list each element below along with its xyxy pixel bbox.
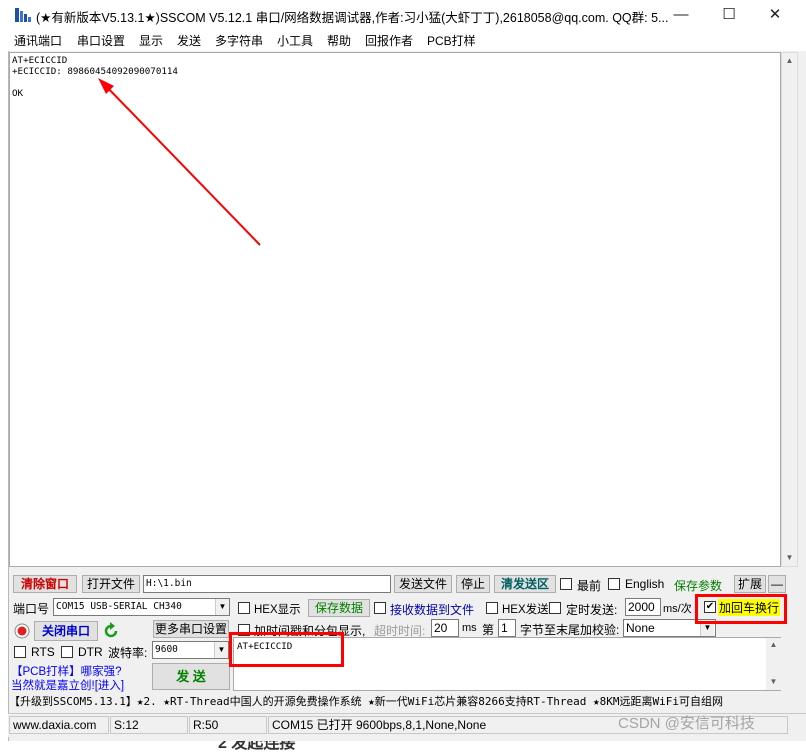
annotation-box-crlf <box>695 594 787 624</box>
clear-window-label: 清除窗口 <box>20 577 69 591</box>
byte-checksum-label: 字节至末尾加校验: <box>520 623 620 637</box>
more-settings-button[interactable]: 更多串口设置 <box>153 620 229 638</box>
port-label: 端口号 <box>13 602 50 616</box>
save-data-button[interactable]: 保存数据 <box>308 599 370 617</box>
dtr-checkbox[interactable] <box>61 646 73 658</box>
timeout-unit-label: ms <box>462 622 477 634</box>
timeout-input[interactable]: 20 <box>431 619 459 637</box>
recv-to-file-label: 接收数据到文件 <box>390 603 475 617</box>
rts-label: RTS <box>31 645 55 659</box>
baud-dropdown-icon[interactable]: ▼ <box>214 642 228 658</box>
annotation-box-send <box>229 632 344 667</box>
timed-send-checkbox[interactable] <box>549 602 561 614</box>
send-scrollbar[interactable]: ▲ ▼ <box>766 638 781 690</box>
news-ticker[interactable]: 【升级到SSCOM5.13.1】★2. ★RT-Thread中国人的开源免费操作… <box>9 693 789 711</box>
rts-checkbox[interactable] <box>14 646 26 658</box>
status-sent-count: S:12 <box>110 716 188 734</box>
hex-display-checkbox[interactable] <box>238 602 250 614</box>
send-button[interactable]: 发 送 <box>152 663 230 690</box>
nth-input[interactable]: 1 <box>498 619 516 637</box>
checksum-select-value: None <box>626 621 655 635</box>
status-website[interactable]: www.daxia.com <box>9 716 109 734</box>
interval-unit-label: ms/次 <box>663 603 692 615</box>
nth-label: 第 <box>482 623 495 637</box>
baud-label: 波特率: <box>108 646 148 660</box>
port-select[interactable]: COM15 USB-SERIAL CH340 <box>53 598 230 616</box>
english-label: English <box>625 577 665 591</box>
port-select-value: COM15 USB-SERIAL CH340 <box>56 601 182 612</box>
interval-input[interactable]: 2000 <box>625 598 661 616</box>
topmost-checkbox[interactable] <box>560 578 572 590</box>
open-file-button[interactable]: 打开文件 <box>82 575 140 593</box>
hex-display-label: HEX显示 <box>254 604 301 616</box>
clear-send-button[interactable]: 清发送区 <box>494 575 556 593</box>
port-status-icon <box>14 623 30 639</box>
watermark: CSDN @安信可科技 <box>618 715 755 732</box>
status-received-count: R:50 <box>189 716 267 734</box>
topmost-label: 最前 <box>577 579 602 593</box>
english-checkbox[interactable] <box>608 578 620 590</box>
baud-select-value: 9600 <box>155 644 178 655</box>
hex-send-label: HEX发送 <box>502 604 549 616</box>
recv-to-file-checkbox[interactable] <box>374 602 386 614</box>
refresh-icon[interactable] <box>102 622 120 640</box>
file-path-input[interactable]: H:\1.bin <box>143 575 391 593</box>
send-scroll-down-icon[interactable]: ▼ <box>766 675 781 689</box>
expand-button[interactable]: 扩展 <box>734 575 766 593</box>
timed-send-label: 定时发送: <box>566 603 618 617</box>
port-dropdown-icon[interactable]: ▼ <box>215 599 229 615</box>
close-port-button[interactable]: 关闭串口 <box>34 621 98 641</box>
collapse-button[interactable]: — <box>768 575 786 593</box>
send-file-button[interactable]: 发送文件 <box>394 575 452 593</box>
clear-window-button[interactable]: 清除窗口 <box>13 575 77 593</box>
save-params-button[interactable]: 保存参数 <box>674 577 722 594</box>
promo-line-2[interactable]: 当然就是嘉立创![进入] <box>11 677 124 693</box>
hex-send-checkbox[interactable] <box>486 602 498 614</box>
stop-button[interactable]: 停止 <box>456 575 490 593</box>
send-scroll-up-icon[interactable]: ▲ <box>766 638 781 652</box>
dtr-label: DTR <box>78 645 103 659</box>
